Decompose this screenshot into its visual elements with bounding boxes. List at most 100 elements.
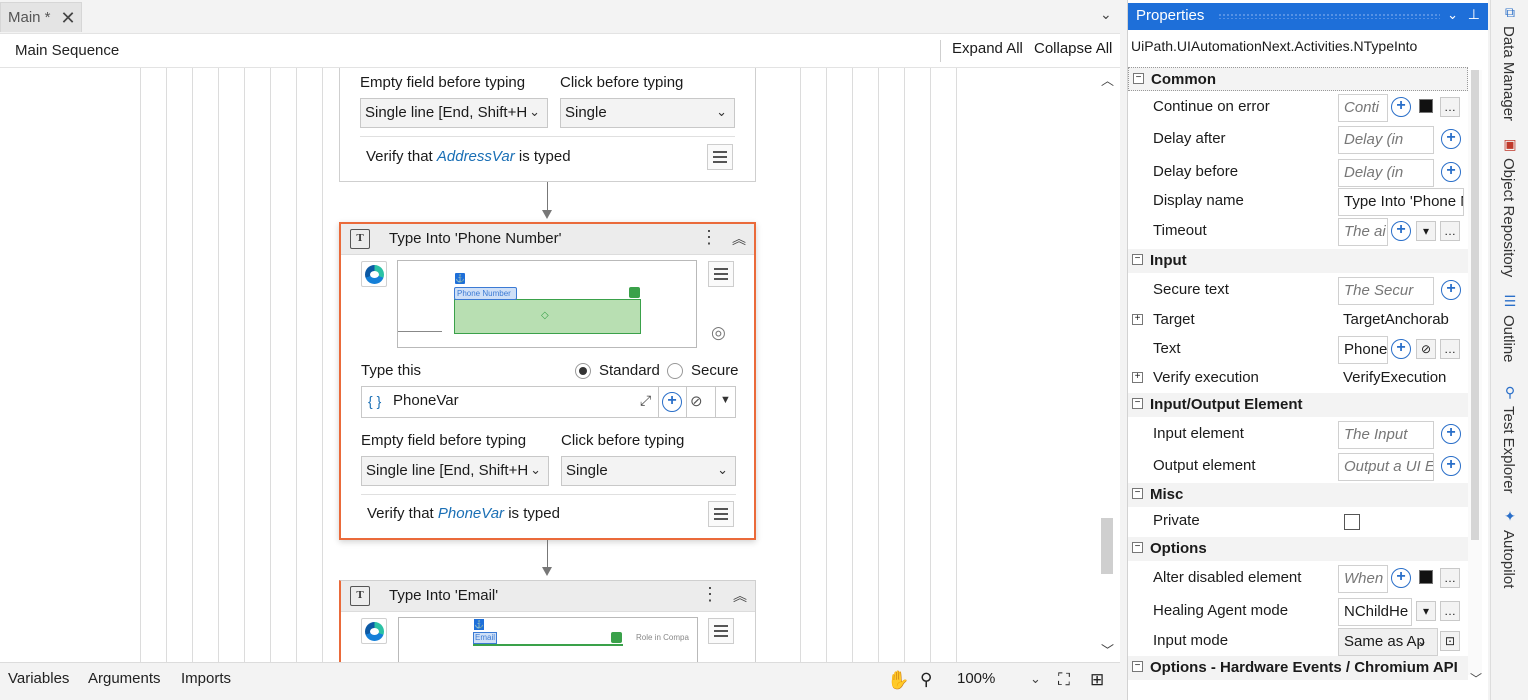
- prop-value[interactable]: The ai: [1338, 218, 1388, 246]
- prop-continue-on-error[interactable]: Continue on error Conti + …: [1128, 92, 1468, 122]
- dropdown-arrow-icon[interactable]: ▾: [1416, 221, 1436, 241]
- click-before-dropdown[interactable]: Single ⌄: [561, 456, 736, 486]
- category-common[interactable]: − Common: [1128, 67, 1468, 91]
- menu-icon[interactable]: [708, 261, 734, 287]
- more-button[interactable]: …: [1440, 221, 1460, 241]
- expand-icon[interactable]: +: [1132, 314, 1143, 325]
- menu-icon[interactable]: [707, 144, 733, 170]
- prop-value[interactable]: TargetAnchorab: [1338, 307, 1464, 335]
- prop-input-element[interactable]: Input element The Input +: [1128, 419, 1468, 449]
- card-header[interactable]: T Type Into 'Phone Number' ⋮ ︽: [341, 224, 754, 255]
- menu-icon[interactable]: [708, 501, 734, 527]
- collapse-icon[interactable]: −: [1132, 398, 1143, 409]
- dock-data-manager[interactable]: ⧉ Data Manager: [1497, 4, 1523, 124]
- target-preview[interactable]: ◇ Phone Number ⚓: [397, 260, 697, 348]
- category-options[interactable]: − Options: [1128, 537, 1468, 561]
- imports-tab[interactable]: Imports: [181, 670, 231, 687]
- chevron-down-icon[interactable]: ⌄: [1030, 671, 1041, 687]
- collapse-icon[interactable]: −: [1132, 542, 1143, 553]
- prop-value[interactable]: The Secur: [1338, 277, 1434, 305]
- type-into-email-card[interactable]: T Type Into 'Email' ⋮ ︽ Email ⚓ Role in …: [339, 580, 756, 662]
- category-options-hardware[interactable]: − Options - Hardware Events / Chromium A…: [1128, 656, 1468, 680]
- type-this-field[interactable]: { } PhoneVar ⤢ + ⊘ ▼: [361, 386, 736, 418]
- prop-output-element[interactable]: Output element Output a UI E +: [1128, 451, 1468, 481]
- designer-canvas[interactable]: Empty field before typing Click before t…: [0, 68, 1120, 662]
- add-icon[interactable]: +: [1441, 162, 1461, 182]
- eye-off-icon[interactable]: ⊘: [1416, 339, 1436, 359]
- empty-field-dropdown[interactable]: Single line [End, Shift+H ⌄: [360, 98, 548, 128]
- prop-alter-disabled[interactable]: Alter disabled element When + …: [1128, 563, 1468, 593]
- prop-value[interactable]: Type Into 'Phone N: [1338, 188, 1464, 216]
- scrollbar-thumb[interactable]: [1471, 70, 1479, 540]
- more-button[interactable]: …: [1440, 601, 1460, 621]
- scrollbar-thumb[interactable]: [1101, 518, 1113, 574]
- add-icon[interactable]: +: [1441, 280, 1461, 300]
- dock-object-repository[interactable]: ▣ Object Repository: [1497, 136, 1523, 281]
- prop-value[interactable]: When: [1338, 565, 1388, 593]
- prop-verify-execution[interactable]: + Verify execution VerifyExecution: [1128, 363, 1468, 393]
- add-icon[interactable]: +: [1391, 221, 1411, 241]
- indicate-target-icon[interactable]: ◎: [711, 323, 726, 343]
- radio-secure[interactable]: [667, 363, 683, 379]
- input-mode-icon[interactable]: ⊡: [1440, 631, 1460, 651]
- add-icon[interactable]: +: [1391, 97, 1411, 117]
- prop-private[interactable]: Private: [1128, 506, 1468, 536]
- dock-autopilot[interactable]: ✦ Autopilot: [1497, 508, 1523, 600]
- type-into-address-card[interactable]: Empty field before typing Click before t…: [339, 68, 756, 182]
- prop-value[interactable]: Delay (in: [1338, 159, 1434, 187]
- more-options-icon[interactable]: ⋮: [701, 585, 719, 603]
- prop-target[interactable]: + Target TargetAnchorab: [1128, 305, 1468, 335]
- empty-field-dropdown[interactable]: Single line [End, Shift+H ⌄: [361, 456, 549, 486]
- prop-value[interactable]: Output a UI E: [1338, 453, 1434, 481]
- variables-tab[interactable]: Variables: [8, 670, 69, 687]
- private-checkbox[interactable]: [1344, 514, 1360, 530]
- prop-value[interactable]: NChildHe: [1338, 598, 1412, 626]
- type-into-phone-card[interactable]: T Type Into 'Phone Number' ⋮ ︽ ◇ Phone N…: [339, 222, 756, 540]
- checkbox-filled[interactable]: [1419, 99, 1433, 113]
- prop-value[interactable]: Phone: [1338, 336, 1388, 364]
- prop-delay-after[interactable]: Delay after Delay (in +: [1128, 124, 1468, 154]
- tab-main[interactable]: Main * ✕: [0, 2, 82, 32]
- dropdown-arrow-icon[interactable]: ▾: [1416, 601, 1436, 621]
- checkbox-filled[interactable]: [1419, 570, 1433, 584]
- collapse-icon[interactable]: −: [1133, 73, 1144, 84]
- pin-icon[interactable]: ⊥: [1468, 6, 1480, 23]
- prop-delay-before[interactable]: Delay before Delay (in +: [1128, 157, 1468, 187]
- prop-text[interactable]: Text Phone + ⊘ …: [1128, 334, 1468, 364]
- prop-value[interactable]: Conti: [1338, 94, 1388, 122]
- add-icon[interactable]: +: [1441, 424, 1461, 444]
- scroll-down-icon[interactable]: ﹀: [1101, 640, 1114, 659]
- prop-healing-agent[interactable]: Healing Agent mode NChildHe ▾ …: [1128, 596, 1468, 626]
- hand-pan-icon[interactable]: ✋: [887, 670, 909, 691]
- fit-to-screen-icon[interactable]: ⛶: [1058, 670, 1070, 690]
- radio-standard[interactable]: [575, 363, 591, 379]
- prop-secure-text[interactable]: Secure text The Secur +: [1128, 275, 1468, 305]
- prop-input-mode[interactable]: Input mode Same as Ap ⌄ ⊡: [1128, 626, 1468, 656]
- scroll-up-icon[interactable]: ︿: [1101, 70, 1114, 89]
- prop-value[interactable]: Delay (in: [1338, 126, 1434, 154]
- add-icon[interactable]: +: [1391, 339, 1411, 359]
- chevron-down-icon[interactable]: ⌄: [1100, 6, 1112, 23]
- dock-outline[interactable]: ☰ Outline: [1497, 293, 1523, 373]
- click-before-dropdown[interactable]: Single ⌄: [560, 98, 735, 128]
- dropdown-arrow-icon[interactable]: ▼: [720, 394, 731, 406]
- category-input[interactable]: − Input: [1128, 249, 1468, 273]
- prop-timeout[interactable]: Timeout The ai + ▾ …: [1128, 216, 1468, 246]
- collapse-all-button[interactable]: Collapse All: [1034, 40, 1112, 57]
- collapse-icon[interactable]: −: [1132, 661, 1143, 672]
- more-button[interactable]: …: [1440, 568, 1460, 588]
- add-icon[interactable]: +: [1441, 129, 1461, 149]
- chevron-down-icon[interactable]: ⌄: [1447, 7, 1458, 23]
- menu-icon[interactable]: [708, 618, 734, 644]
- dock-test-explorer[interactable]: ⚲ Test Explorer: [1497, 384, 1523, 496]
- expand-all-button[interactable]: Expand All: [952, 40, 1023, 57]
- more-button[interactable]: …: [1440, 97, 1460, 117]
- more-options-icon[interactable]: ⋮: [700, 228, 718, 246]
- zoom-level[interactable]: 100%: [957, 670, 995, 687]
- expand-icon[interactable]: ⤢: [640, 392, 651, 409]
- breadcrumb[interactable]: Main Sequence: [15, 42, 119, 59]
- prop-value[interactable]: VerifyExecution: [1338, 365, 1464, 393]
- arguments-tab[interactable]: Arguments: [88, 670, 161, 687]
- chevron-down-icon[interactable]: ⌄: [1417, 634, 1427, 648]
- add-icon[interactable]: +: [1441, 456, 1461, 476]
